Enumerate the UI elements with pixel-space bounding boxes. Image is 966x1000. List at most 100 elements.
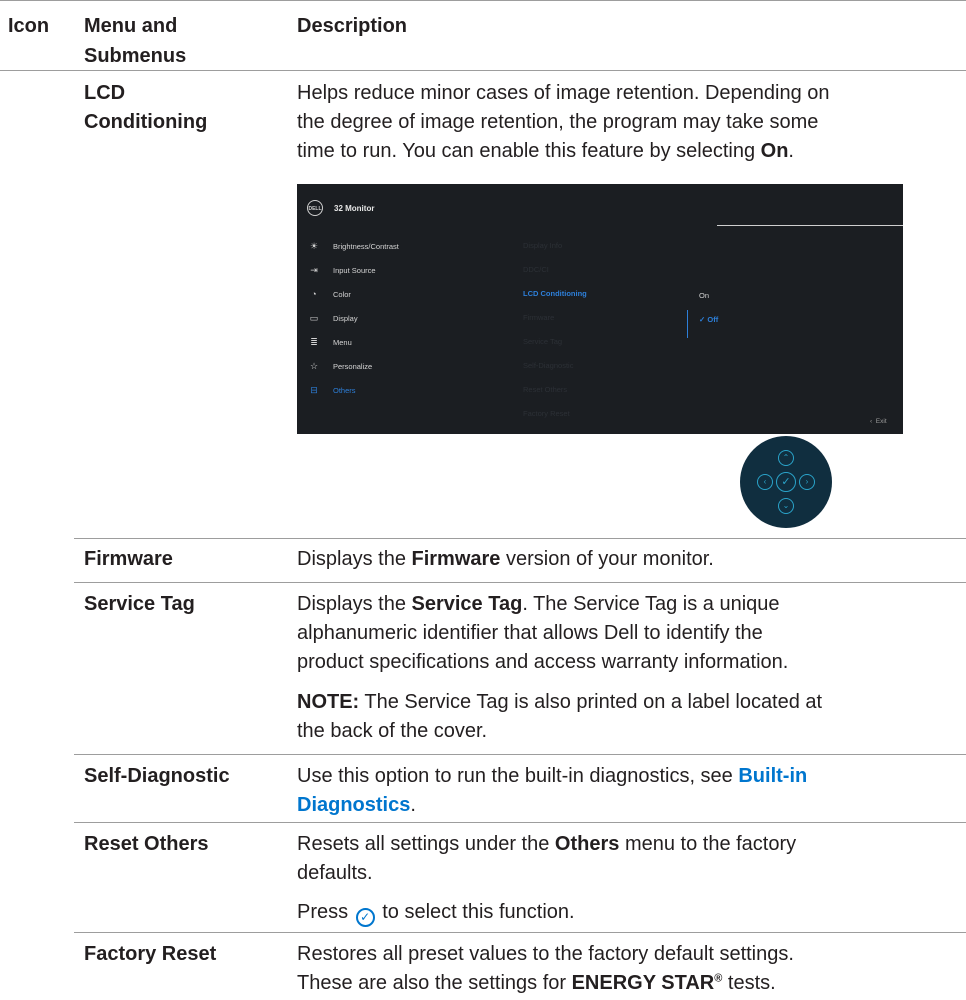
built-in-diagnostics-link-cont[interactable]: Diagnostics bbox=[297, 794, 410, 816]
service-tag-note-line1: The Service Tag is also printed on a lab… bbox=[359, 691, 823, 713]
menu-icon: ≣ bbox=[310, 337, 318, 347]
col-header-icon: Icon bbox=[8, 15, 50, 37]
firmware-desc-bold: Firmware bbox=[411, 548, 501, 570]
osd-submenu-reset-others[interactable]: Reset Others bbox=[523, 382, 567, 398]
reset-others-title: Reset Others bbox=[84, 833, 209, 855]
reset-others-desc-bold: Others bbox=[554, 833, 620, 855]
joystick-up-icon[interactable]: ⌃ bbox=[778, 450, 794, 466]
osd-menu-label: Display bbox=[333, 314, 358, 323]
checkmark-icon: ✓ bbox=[699, 315, 706, 324]
joystick-control: ⌃ ‹ ✓ › ⌄ bbox=[740, 436, 832, 528]
osd-screenshot: DELL 32 Monitor ☀ Brightness/Contrast ⇥ In… bbox=[297, 184, 903, 434]
service-tag-title: Service Tag bbox=[84, 593, 195, 615]
lcd-desc-line1: Helps reduce minor cases of image retent… bbox=[297, 82, 830, 104]
firmware-desc-post: version of your monitor. bbox=[500, 548, 714, 570]
service-tag-desc-line2: alphanumeric identifier that allows Dell… bbox=[297, 622, 763, 644]
osd-submenu-factory-reset[interactable]: Factory Reset bbox=[523, 406, 570, 422]
col-header-menu-line2: Submenus bbox=[84, 45, 187, 67]
joystick-left-icon[interactable]: ‹ bbox=[757, 474, 773, 490]
lcd-on-keyword: On bbox=[760, 140, 789, 162]
osd-menu-item-others[interactable]: ⊟ Others bbox=[307, 382, 507, 398]
osd-menu-item-color[interactable]: ◔ Color bbox=[307, 286, 507, 302]
service-tag-note: NOTE: The Service Tag is also printed on… bbox=[297, 688, 822, 746]
osd-menu-label: Input Source bbox=[333, 266, 376, 275]
factory-reset-desc-post: tests. bbox=[722, 972, 776, 994]
row-rule bbox=[74, 582, 966, 583]
self-diag-period: . bbox=[410, 794, 416, 816]
osd-menu-item-menu[interactable]: ≣ Menu bbox=[307, 334, 507, 350]
osd-option-selection-bar bbox=[687, 310, 688, 338]
osd-option-off[interactable]: ✓ Off bbox=[699, 312, 718, 328]
osd-submenu-self-diagnostic[interactable]: Self-Diagnostic bbox=[523, 358, 573, 374]
osd-menu-item-input-source[interactable]: ⇥ Input Source bbox=[307, 262, 507, 278]
osd-exit-label: Exit bbox=[875, 418, 887, 425]
factory-reset-title: Factory Reset bbox=[84, 943, 217, 965]
joystick-confirm-icon[interactable]: ✓ bbox=[776, 472, 796, 492]
lcd-conditioning-title: LCD Conditioning bbox=[84, 79, 207, 137]
personalize-icon: ☆ bbox=[309, 361, 319, 371]
chevron-left-icon: ‹ bbox=[870, 418, 873, 425]
osd-option-off-label: Off bbox=[707, 315, 719, 324]
reset-others-desc-post: menu to the factory bbox=[619, 833, 797, 855]
energy-star-label: ENERGY STAR bbox=[571, 972, 715, 994]
color-icon: ◔ bbox=[311, 289, 317, 299]
self-diagnostic-title: Self-Diagnostic bbox=[84, 765, 230, 787]
reset-others-desc-line2: defaults. bbox=[297, 862, 373, 884]
row-rule bbox=[74, 822, 966, 823]
note-label: NOTE: bbox=[297, 691, 360, 713]
osd-menu-item-brightness[interactable]: ☀ Brightness/Contrast bbox=[307, 238, 507, 254]
service-tag-desc-line3: product specifications and access warran… bbox=[297, 651, 789, 673]
service-tag-desc-post: . The Service Tag is a unique bbox=[522, 593, 780, 615]
self-diag-desc: Use this option to run the built-in diag… bbox=[297, 765, 739, 787]
osd-menu-label: Menu bbox=[333, 338, 352, 347]
firmware-description: Displays the Firmware version of your mo… bbox=[297, 545, 714, 574]
lcd-desc-line2: the degree of image retention, the progr… bbox=[297, 111, 819, 133]
osd-submenu-ddc-ci[interactable]: DDC/CI bbox=[523, 262, 549, 278]
osd-menu-item-personalize[interactable]: ☆ Personalize bbox=[307, 358, 507, 374]
osd-submenu-lcd-conditioning[interactable]: LCD Conditioning bbox=[523, 286, 587, 302]
osd-menu-label: Others bbox=[333, 386, 356, 395]
reset-others-description: Resets all settings under the Others men… bbox=[297, 830, 796, 888]
firmware-title: Firmware bbox=[84, 548, 173, 570]
self-diagnostic-description: Use this option to run the built-in diag… bbox=[297, 762, 807, 820]
service-tag-desc-pre: Displays the bbox=[297, 593, 412, 615]
osd-menu-label: Color bbox=[333, 290, 351, 299]
factory-reset-description: Restores all preset values to the factor… bbox=[297, 940, 794, 998]
row-rule bbox=[74, 754, 966, 755]
factory-reset-desc-line1: Restores all preset values to the factor… bbox=[297, 943, 794, 965]
osd-top-line bbox=[717, 225, 903, 226]
service-tag-description: Displays the Service Tag. The Service Ta… bbox=[297, 590, 788, 677]
osd-submenu-service-tag[interactable]: Service Tag bbox=[523, 334, 562, 350]
row-rule bbox=[74, 932, 966, 933]
osd-menu-label: Personalize bbox=[333, 362, 373, 371]
firmware-desc-pre: Displays the bbox=[297, 548, 412, 570]
confirm-check-icon: ✓ bbox=[355, 908, 375, 927]
brightness-icon: ☀ bbox=[309, 241, 319, 251]
osd-menu-item-display[interactable]: ▭ Display bbox=[307, 310, 507, 326]
service-tag-note-line2: the back of the cover. bbox=[297, 720, 488, 742]
others-icon: ⊟ bbox=[310, 385, 318, 395]
lcd-title-line1: LCD bbox=[84, 82, 126, 104]
row-rule bbox=[74, 538, 966, 539]
lcd-title-line2: Conditioning bbox=[84, 111, 208, 133]
service-tag-desc-bold: Service Tag bbox=[411, 593, 523, 615]
dell-logo-icon: DELL bbox=[307, 200, 323, 216]
reset-others-desc-pre: Resets all settings under the bbox=[297, 833, 555, 855]
joystick-down-icon[interactable]: ⌄ bbox=[778, 498, 794, 514]
col-header-menu-line1: Menu and bbox=[84, 15, 178, 37]
joystick-right-icon[interactable]: › bbox=[799, 474, 815, 490]
input-source-icon: ⇥ bbox=[310, 265, 318, 275]
col-header-description: Description bbox=[297, 15, 408, 37]
reset-others-press: Press ✓ to select this function. bbox=[297, 898, 575, 927]
osd-submenu-display-info[interactable]: Display Info bbox=[523, 238, 562, 254]
press-pre: Press bbox=[297, 901, 354, 923]
lcd-desc-line3: time to run. You can enable this feature… bbox=[297, 140, 761, 162]
osd-option-on[interactable]: On bbox=[699, 288, 709, 304]
lcd-desc-period: . bbox=[788, 140, 794, 162]
osd-menu-label: Brightness/Contrast bbox=[333, 242, 399, 251]
col-header-menu: Menu and Submenus bbox=[84, 11, 186, 71]
header-rule bbox=[0, 70, 966, 71]
osd-exit-button[interactable]: ‹ Exit bbox=[870, 418, 887, 425]
built-in-diagnostics-link[interactable]: Built-in bbox=[738, 765, 807, 787]
osd-submenu-firmware[interactable]: Firmware bbox=[523, 310, 554, 326]
